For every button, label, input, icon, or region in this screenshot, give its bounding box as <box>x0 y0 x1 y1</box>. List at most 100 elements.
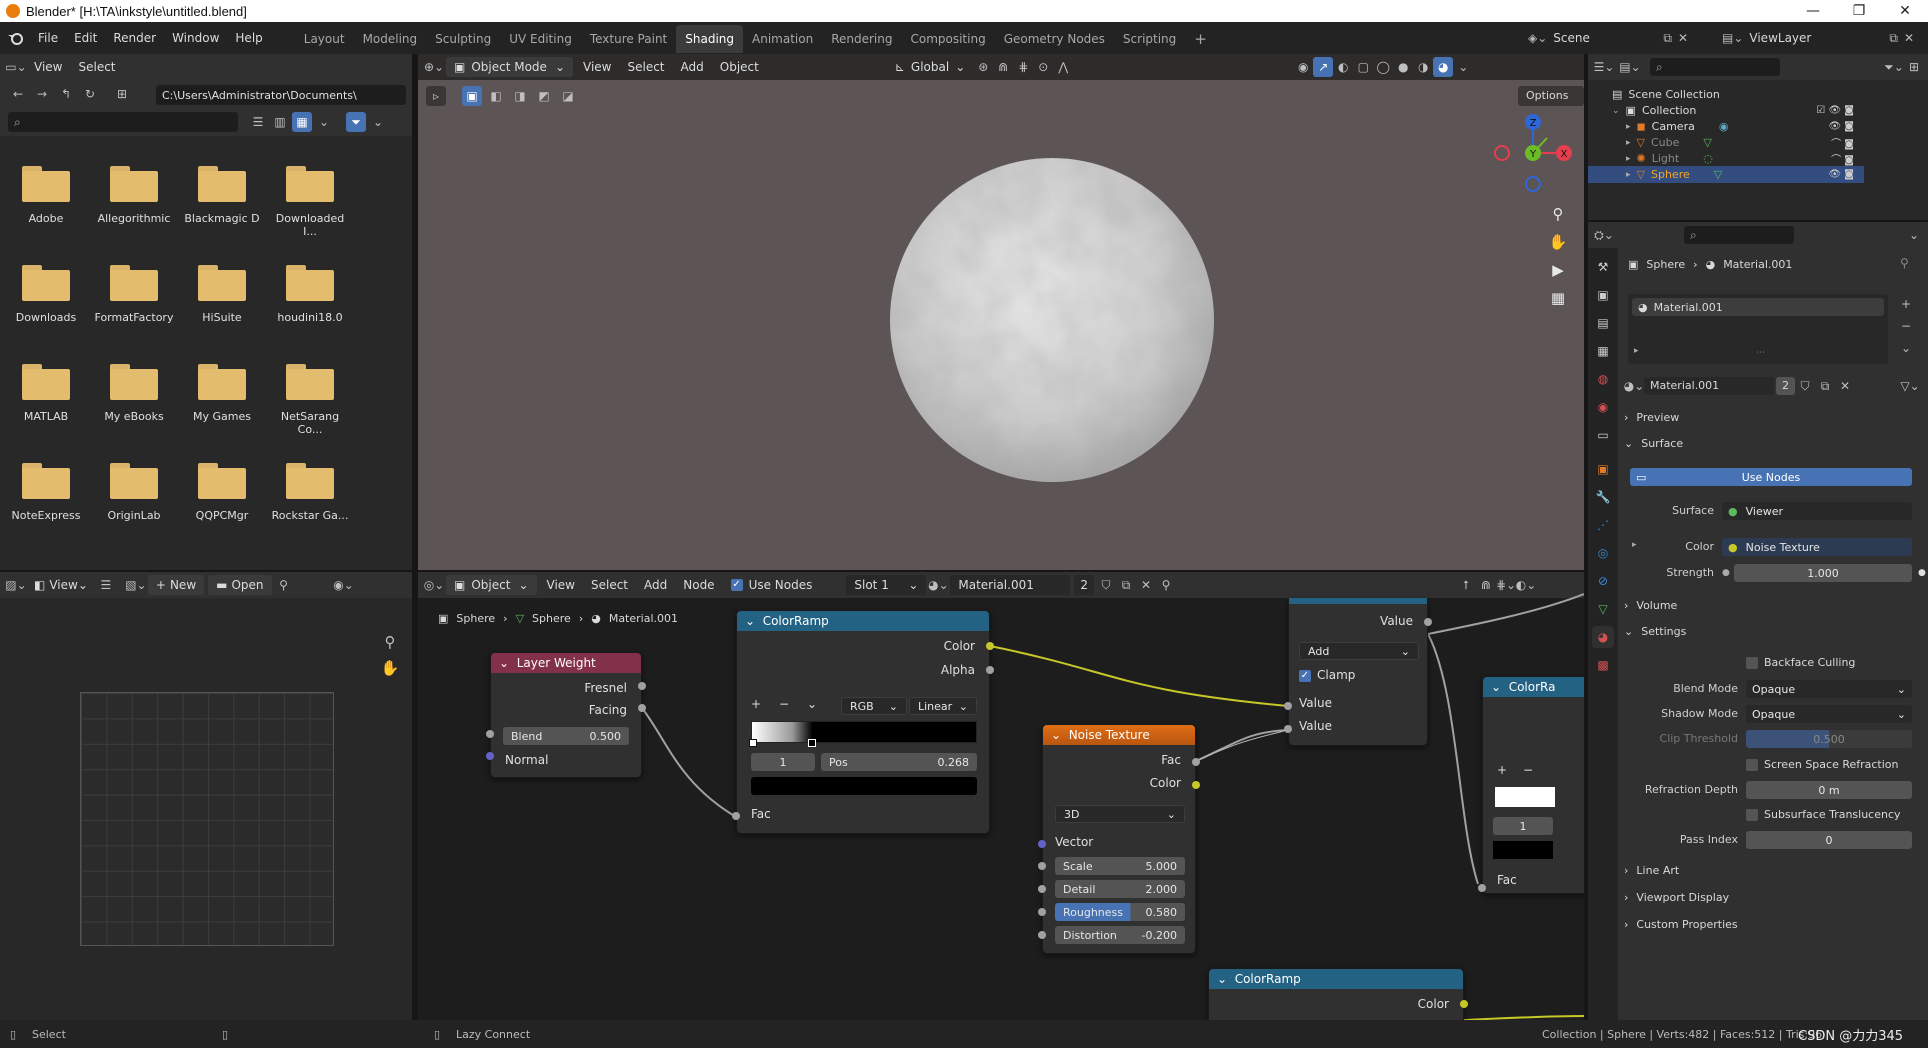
duplicate-icon[interactable]: ⧉ <box>1815 376 1835 396</box>
stop-color-swatch[interactable] <box>751 777 977 795</box>
socket-fac-in[interactable] <box>732 812 740 820</box>
mode-selector[interactable]: ▣ Object Mode ⌄ <box>446 57 573 77</box>
tab-shading[interactable]: Shading <box>676 25 743 53</box>
outliner-item-collection[interactable]: ⌄ ▣ Collection ☑ 👁 ◙ <box>1588 102 1864 119</box>
subsurface-translucency-checkbox[interactable]: Subsurface Translucency <box>1746 808 1901 821</box>
outliner-item-cube[interactable]: ▸ ▽ Cube ▽ ⌒ ◙ <box>1588 134 1864 151</box>
remove-stop-button[interactable]: − <box>1523 763 1533 777</box>
tab-data-icon[interactable]: ▽ <box>1592 598 1614 620</box>
node-header[interactable]: ⌄ Layer Weight <box>491 653 641 673</box>
use-nodes-button[interactable]: ▭ Use Nodes <box>1630 468 1912 486</box>
file-folder-item[interactable]: Downloads <box>6 265 86 324</box>
shader-editor-area[interactable]: ◎⌄ ▣ Object ⌄ View Select Add Node ✓ Use No… <box>418 572 1584 1020</box>
unlink-icon[interactable]: ✕ <box>1835 376 1855 396</box>
scene-selector[interactable]: ◈⌄ Scene ⧉ ✕ <box>1528 28 1688 48</box>
delete-view-layer-icon[interactable]: ✕ <box>1904 31 1914 45</box>
forward-icon[interactable]: → <box>32 84 52 104</box>
options-dropdown[interactable]: Options ⌄ <box>1518 86 1584 122</box>
select-extend-icon[interactable]: ◧ <box>486 86 506 106</box>
color-input-field[interactable]: ● Noise Texture <box>1722 538 1912 556</box>
slot-menu-icon[interactable]: ⌄ <box>1896 338 1916 358</box>
material-users-count[interactable]: 2 <box>1776 377 1795 395</box>
node-colorramp[interactable]: ⌄ ColorRamp Color Alpha + − ⌄ RGB ⌄ Linea… <box>736 610 990 834</box>
select-subtract-icon[interactable]: ◨ <box>510 86 530 106</box>
section-preview[interactable]: › Preview <box>1624 406 1880 428</box>
file-folder-item[interactable]: QQPCMgr <box>182 463 262 522</box>
menu-render[interactable]: Render <box>105 22 164 54</box>
add-stop-button[interactable]: + <box>751 697 761 711</box>
visibility-toggle-icon[interactable]: ⌒ ◙ <box>1831 135 1854 150</box>
blender-menu-icon[interactable] <box>0 31 30 45</box>
pass-index-field[interactable]: 0 <box>1746 831 1912 849</box>
maximize-button[interactable]: ❐ <box>1836 0 1882 22</box>
interpolation-dropdown[interactable]: Linear ⌄ <box>909 697 977 715</box>
search-input[interactable]: ⌕ <box>8 112 238 132</box>
socket-normal[interactable] <box>486 752 494 760</box>
socket-color-out[interactable] <box>1460 1000 1468 1008</box>
snap-icon[interactable]: ⋒ <box>993 57 1013 77</box>
backface-culling-checkbox[interactable]: Backface Culling <box>1746 656 1855 669</box>
menu-view[interactable]: View <box>26 57 70 77</box>
node-math[interactable]: Value Add ⌄ ✓ Clamp Value Value <box>1288 598 1428 746</box>
new-folder-icon[interactable]: ⊞ <box>112 84 132 104</box>
section-surface[interactable]: ⌄ Surface <box>1624 432 1880 454</box>
blend-mode-dropdown[interactable]: Opaque ⌄ <box>1746 680 1912 698</box>
refraction-depth-field[interactable]: 0 m <box>1746 781 1912 799</box>
section-settings[interactable]: ⌄ Settings <box>1624 620 1880 642</box>
image-browse-icon[interactable]: ▧⌄ <box>125 575 146 595</box>
editor-type-icon[interactable]: ⛭⌄ <box>1594 225 1614 245</box>
file-folder-item[interactable]: OriginLab <box>94 463 174 522</box>
ramp-stop-1[interactable] <box>808 739 816 747</box>
node-header[interactable]: ⌄ ColorRamp <box>1209 969 1463 989</box>
parent-dir-icon[interactable]: ↰ <box>56 84 76 104</box>
node-header[interactable]: ⌄ ColorRamp <box>737 611 989 631</box>
shading-rendered-icon[interactable]: ◕ <box>1433 57 1454 77</box>
filter-icon[interactable]: ⏷ <box>346 112 366 132</box>
remove-slot-icon[interactable]: − <box>1896 316 1916 336</box>
tab-view-layer-icon[interactable]: ▦ <box>1592 340 1614 362</box>
material-name-field[interactable]: Material.001 <box>1644 377 1774 395</box>
file-folder-item[interactable]: HiSuite <box>182 265 262 324</box>
tab-modifier-icon[interactable]: 🔧 <box>1592 486 1614 508</box>
shading-material-icon[interactable]: ◑ <box>1413 57 1433 77</box>
outliner-item-light[interactable]: ▸ ✺ Light ◌ ⌒ ◙ <box>1588 150 1864 167</box>
socket-vector-in[interactable] <box>1038 840 1046 848</box>
file-folder-item[interactable]: My eBooks <box>94 364 174 423</box>
tab-physics-icon[interactable]: ◎ <box>1592 542 1614 564</box>
refresh-icon[interactable]: ↻ <box>80 84 100 104</box>
tab-geometry-nodes[interactable]: Geometry Nodes <box>995 25 1114 53</box>
tab-tool-icon[interactable]: ⚒ <box>1592 256 1614 278</box>
file-folder-item[interactable]: Rockstar Ga... <box>270 463 350 522</box>
zoom-icon[interactable]: ⚲ <box>1548 204 1568 224</box>
file-folder-item[interactable]: Downloaded I... <box>270 166 350 238</box>
tab-compositing[interactable]: Compositing <box>901 25 994 53</box>
editor-type-icon[interactable]: ▨⌄ <box>5 575 26 595</box>
menu-add[interactable]: Add <box>673 57 712 77</box>
shading-dropdown-icon[interactable]: ⌄ <box>1453 57 1473 77</box>
file-folder-item[interactable]: FormatFactory <box>94 265 174 324</box>
zoom-icon[interactable]: ⚲ <box>380 632 400 652</box>
ramp-stop-0[interactable] <box>749 739 757 747</box>
add-stop-button[interactable]: + <box>1497 763 1507 777</box>
socket-value-in2[interactable] <box>1284 725 1292 733</box>
node-header[interactable]: ⌄ ColorRa <box>1483 677 1584 697</box>
stop-index-field[interactable]: 1 <box>751 753 815 771</box>
view-layer-selector[interactable]: ▤⌄ ViewLayer ⧉ ✕ <box>1722 28 1922 48</box>
view-mode-selector[interactable]: ◧ View ⌄ <box>26 575 96 595</box>
socket-scale-in[interactable] <box>1038 862 1046 870</box>
camera-view-icon[interactable]: ▶ <box>1548 260 1568 280</box>
stop-pos-field[interactable]: Pos 0.268 <box>821 753 977 771</box>
display-dropdown-icon[interactable]: ⌄ <box>314 112 334 132</box>
distortion-field[interactable]: Distortion -0.200 <box>1055 926 1185 944</box>
socket-blend[interactable] <box>486 730 494 738</box>
material-slot-list[interactable]: ◕ Material.001 ▸ ⋯ <box>1628 294 1888 364</box>
section-viewport-display[interactable]: › Viewport Display <box>1624 886 1880 908</box>
tab-render-icon[interactable]: ▣ <box>1592 284 1614 306</box>
display-mode-icon[interactable]: ▤⌄ <box>1619 57 1640 77</box>
expand-arrow-icon[interactable]: ▸ <box>1626 154 1631 164</box>
pin-icon[interactable]: ⚲ <box>1900 256 1909 270</box>
tab-texture-paint[interactable]: Texture Paint <box>581 25 676 53</box>
expand-arrow-icon[interactable]: ▸ <box>1626 138 1631 148</box>
clamp-checkbox[interactable]: ✓ Clamp <box>1299 668 1355 682</box>
visibility-toggle-icon[interactable]: ☑ 👁 ◙ <box>1816 105 1854 116</box>
